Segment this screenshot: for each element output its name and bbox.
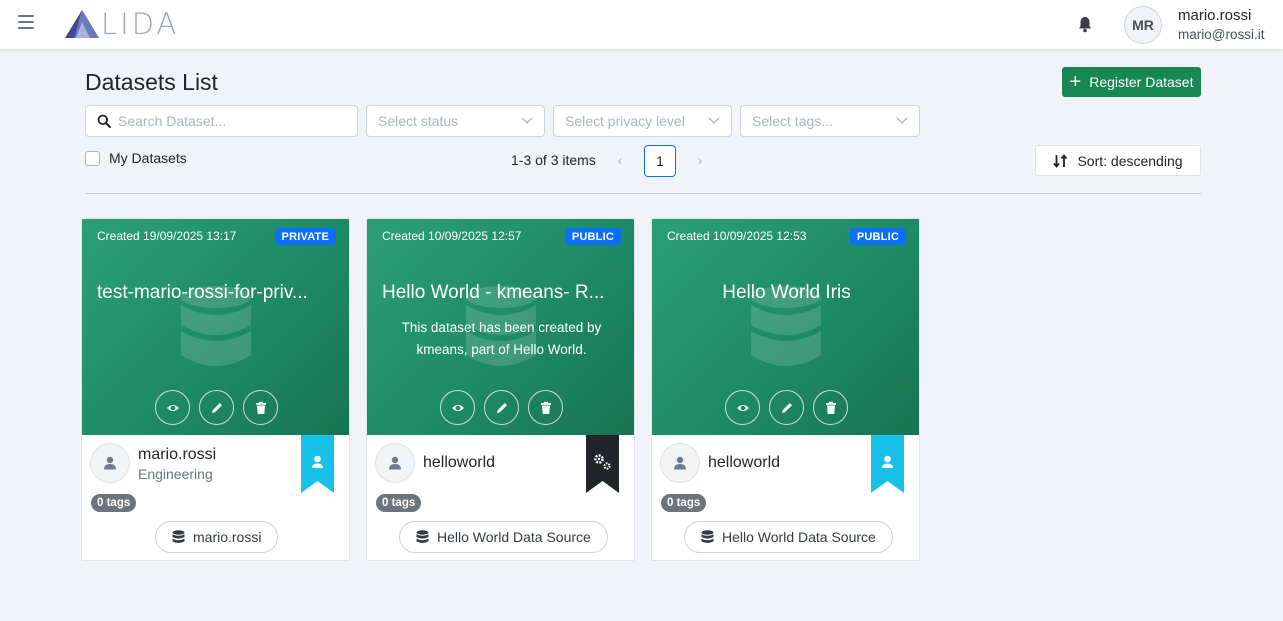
- card-actions: [652, 390, 919, 425]
- trash-icon: [540, 401, 551, 414]
- database-icon: [172, 530, 185, 543]
- tags-select[interactable]: Select tags...: [740, 105, 920, 137]
- plus-icon: +: [1069, 71, 1082, 93]
- status-select[interactable]: Select status: [366, 105, 545, 137]
- delete-button[interactable]: [528, 390, 563, 425]
- created-date: Created 10/09/2025 12:53: [667, 229, 807, 243]
- my-datasets-checkbox[interactable]: [85, 151, 100, 166]
- pagination-page-button[interactable]: 1: [644, 145, 676, 177]
- pencil-icon: [781, 402, 792, 413]
- owner-name: helloworld: [423, 454, 496, 471]
- eye-icon: [451, 404, 464, 411]
- card-title[interactable]: Hello World - kmeans- R...: [382, 282, 621, 304]
- view-button[interactable]: [440, 390, 475, 425]
- search-input[interactable]: Search Dataset...: [85, 105, 358, 137]
- data-source-label: Hello World Data Source: [437, 529, 591, 545]
- top-navbar: LIDA MR mario.rossi mario@rossi.it: [0, 0, 1283, 49]
- dataset-card[interactable]: Created 10/09/2025 12:53 PUBLIC Hello Wo…: [651, 218, 920, 561]
- app-logo[interactable]: LIDA: [64, 7, 180, 41]
- chevron-down-icon: [708, 117, 720, 124]
- notifications-bell-icon[interactable]: [1077, 16, 1093, 33]
- divider: [85, 193, 1201, 194]
- card-actions: [367, 390, 634, 425]
- trash-icon: [825, 401, 836, 414]
- data-source-label: mario.rossi: [193, 529, 262, 545]
- owner-name: helloworld: [708, 454, 781, 471]
- card-title[interactable]: test-mario-rossi-for-priv...: [97, 282, 336, 304]
- privacy-level-select[interactable]: Select privacy level: [553, 105, 732, 137]
- user-icon: [104, 456, 116, 470]
- created-date: Created 10/09/2025 12:57: [382, 229, 522, 243]
- hamburger-menu-icon[interactable]: [18, 15, 34, 29]
- tags-placeholder: Select tags...: [752, 113, 833, 129]
- eye-icon: [736, 404, 749, 411]
- owner-avatar: [660, 443, 700, 483]
- owner-avatar: [375, 443, 415, 483]
- owner-department: Engineering: [138, 466, 213, 482]
- user-icon: [674, 456, 686, 470]
- page-title: Datasets List: [85, 69, 218, 95]
- card-header: Created 10/09/2025 12:57 PUBLIC Hello Wo…: [367, 219, 634, 435]
- data-source-pill[interactable]: mario.rossi: [155, 521, 279, 553]
- privacy-placeholder: Select privacy level: [565, 113, 685, 129]
- user-avatar[interactable]: MR: [1124, 6, 1162, 44]
- tags-count-badge: 0 tags: [91, 494, 137, 512]
- card-actions: [82, 390, 349, 425]
- card-description: This dataset has been created by kmeans,…: [401, 320, 602, 357]
- pagination-prev-button[interactable]: ‹: [613, 152, 627, 170]
- pagination-next-button[interactable]: ›: [693, 152, 707, 170]
- owner-ribbon-user-icon: [301, 435, 334, 493]
- card-title[interactable]: Hello World Iris: [667, 282, 906, 304]
- register-dataset-label: Register Dataset: [1089, 74, 1194, 90]
- my-datasets-label[interactable]: My Datasets: [109, 150, 187, 166]
- sort-button[interactable]: Sort: descending: [1035, 145, 1201, 176]
- edit-button[interactable]: [199, 390, 234, 425]
- user-email: mario@rossi.it: [1178, 27, 1265, 42]
- database-icon: [416, 530, 429, 543]
- status-placeholder: Select status: [378, 113, 459, 129]
- delete-button[interactable]: [813, 390, 848, 425]
- data-source-pill[interactable]: Hello World Data Source: [684, 521, 893, 553]
- logo-text: LIDA: [101, 7, 180, 41]
- view-button[interactable]: [725, 390, 760, 425]
- privacy-badge: PUBLIC: [849, 228, 906, 245]
- eye-icon: [166, 404, 179, 411]
- dataset-card[interactable]: Created 19/09/2025 13:17 PRIVATE test-ma…: [81, 218, 350, 561]
- database-icon: [701, 530, 714, 543]
- dataset-card[interactable]: Created 10/09/2025 12:57 PUBLIC Hello Wo…: [366, 218, 635, 561]
- edit-button[interactable]: [484, 390, 519, 425]
- privacy-badge: PUBLIC: [564, 228, 621, 245]
- search-placeholder: Search Dataset...: [118, 113, 227, 129]
- data-source-pill[interactable]: Hello World Data Source: [399, 521, 608, 553]
- edit-button[interactable]: [769, 390, 804, 425]
- owner-avatar: [90, 443, 130, 483]
- privacy-badge: PRIVATE: [274, 228, 336, 245]
- delete-button[interactable]: [243, 390, 278, 425]
- user-name[interactable]: mario.rossi: [1178, 7, 1251, 24]
- pencil-icon: [211, 402, 222, 413]
- logo-mark-icon: [65, 10, 99, 38]
- pagination-summary: 1-3 of 3 items: [511, 152, 596, 168]
- trash-icon: [255, 401, 266, 414]
- register-dataset-button[interactable]: + Register Dataset: [1062, 67, 1201, 97]
- chevron-down-icon: [896, 117, 908, 124]
- search-icon: [97, 114, 111, 128]
- created-date: Created 19/09/2025 13:17: [97, 229, 237, 243]
- sort-label: Sort: descending: [1077, 152, 1183, 169]
- card-header: Created 10/09/2025 12:53 PUBLIC Hello Wo…: [652, 219, 919, 435]
- owner-ribbon-user-icon: [871, 435, 904, 493]
- owner-name: mario.rossi: [138, 446, 217, 463]
- pencil-icon: [496, 402, 507, 413]
- view-button[interactable]: [155, 390, 190, 425]
- chevron-down-icon: [521, 117, 533, 124]
- sort-icon: [1053, 153, 1068, 168]
- owner-ribbon-gears-icon: [586, 435, 619, 493]
- tags-count-badge: 0 tags: [376, 494, 422, 512]
- tags-count-badge: 0 tags: [661, 494, 707, 512]
- data-source-label: Hello World Data Source: [722, 529, 876, 545]
- user-icon: [389, 456, 401, 470]
- card-header: Created 19/09/2025 13:17 PRIVATE test-ma…: [82, 219, 349, 435]
